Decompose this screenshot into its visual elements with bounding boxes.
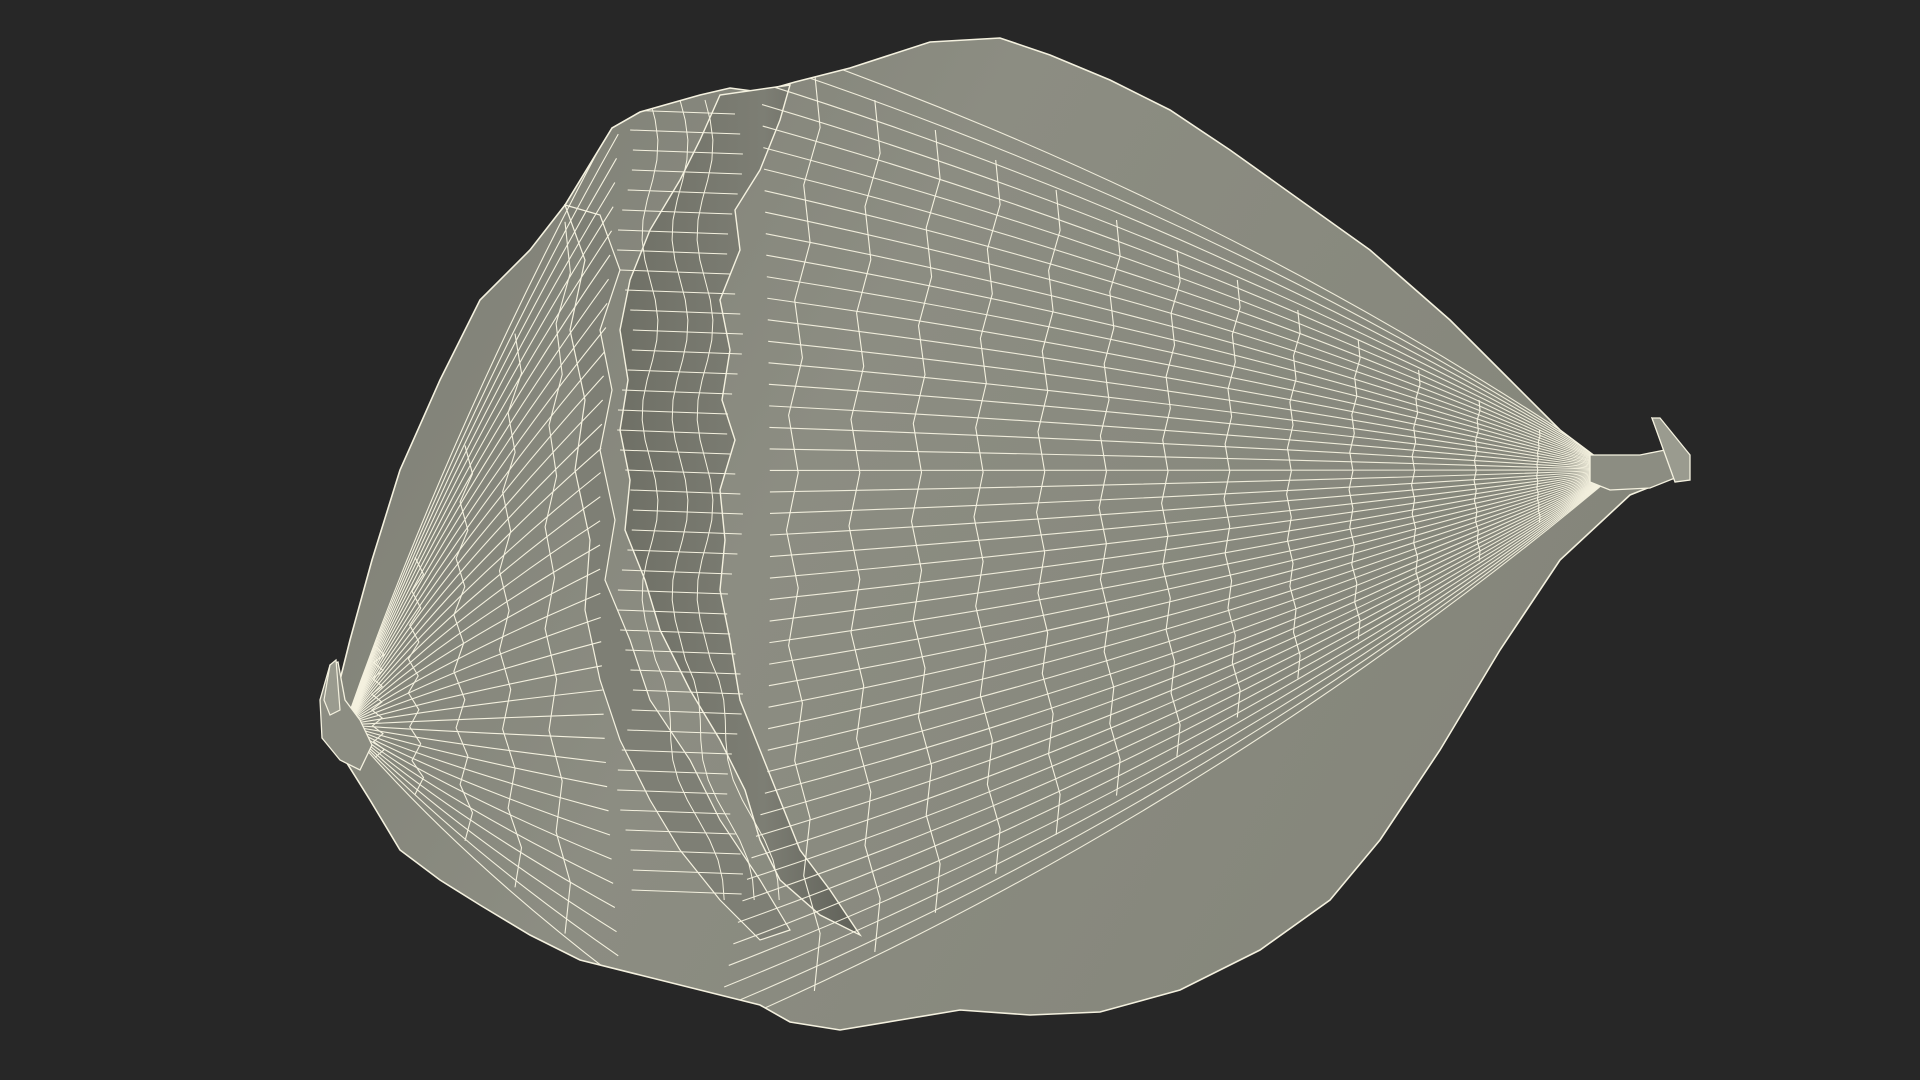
wireframe-seed-render xyxy=(0,0,1920,1080)
render-viewport xyxy=(0,0,1920,1080)
